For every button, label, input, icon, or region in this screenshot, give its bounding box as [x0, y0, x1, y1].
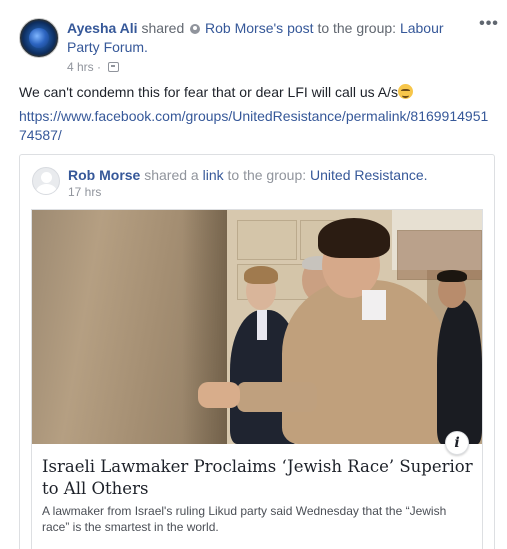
- post-link[interactable]: post: [287, 20, 313, 36]
- dot-separator: ·: [97, 60, 105, 74]
- shared-author-name-link[interactable]: Rob Morse: [68, 167, 140, 183]
- image-collar: [362, 290, 386, 320]
- shared-group-link[interactable]: United Resistance.: [310, 167, 428, 183]
- post-timestamp[interactable]: 4 hrs: [67, 60, 94, 74]
- image-stone: [237, 220, 297, 260]
- image-person: [437, 300, 482, 444]
- link-preview-description: A lawmaker from Israel's ruling Likud pa…: [42, 504, 447, 534]
- author-name-link[interactable]: Ayesha Ali: [67, 20, 138, 36]
- more-options-button[interactable]: •••: [478, 16, 500, 32]
- original-author-link[interactable]: Rob Morse: [205, 20, 273, 36]
- shared-a-text: shared a: [144, 167, 199, 183]
- shared-post-container: Rob Morse shared a link to the group: Un…: [19, 154, 495, 549]
- link-preview-image[interactable]: [32, 210, 482, 444]
- feed-post: Ayesha Ali shared Rob Morse's post to th…: [0, 0, 507, 549]
- image-hair: [318, 218, 390, 258]
- grimacing-face-icon: [398, 84, 414, 99]
- info-button[interactable]: i: [445, 431, 469, 455]
- post-header: Ayesha Ali shared Rob Morse's post to th…: [67, 19, 467, 57]
- image-shirt: [257, 310, 267, 340]
- shared-link-word[interactable]: link: [203, 167, 224, 183]
- post-text: We can't condemn this for fear that or d…: [19, 83, 494, 101]
- image-arm: [237, 382, 317, 412]
- shared-text: shared: [141, 20, 185, 36]
- image-hand: [198, 382, 240, 408]
- link-preview-title[interactable]: Israeli Lawmaker Proclaims ‘Jewish Race’…: [42, 456, 478, 500]
- post-message: We can't condemn this for fear that or d…: [19, 84, 399, 100]
- image-hair: [244, 266, 278, 284]
- post-meta: 4 hrs ·: [67, 60, 120, 74]
- author-avatar[interactable]: [19, 18, 59, 58]
- shared-post-header: Rob Morse shared a link to the group: Un…: [68, 167, 488, 184]
- group-privacy-icon[interactable]: [108, 62, 120, 72]
- shared-timestamp[interactable]: 17 hrs: [68, 185, 101, 199]
- image-wall: [32, 210, 227, 444]
- profile-badge-icon: [190, 24, 201, 34]
- shared-to-group-text: to the group:: [227, 167, 307, 183]
- possessive-text: 's: [273, 20, 284, 36]
- post-url-link[interactable]: https://www.facebook.com/groups/UnitedRe…: [19, 107, 494, 145]
- shared-author-avatar[interactable]: [32, 167, 60, 195]
- link-preview-card[interactable]: i Israeli Lawmaker Proclaims ‘Jewish Rac…: [31, 209, 483, 549]
- to-group-text: to the group:: [317, 20, 397, 36]
- image-hair: [437, 270, 467, 282]
